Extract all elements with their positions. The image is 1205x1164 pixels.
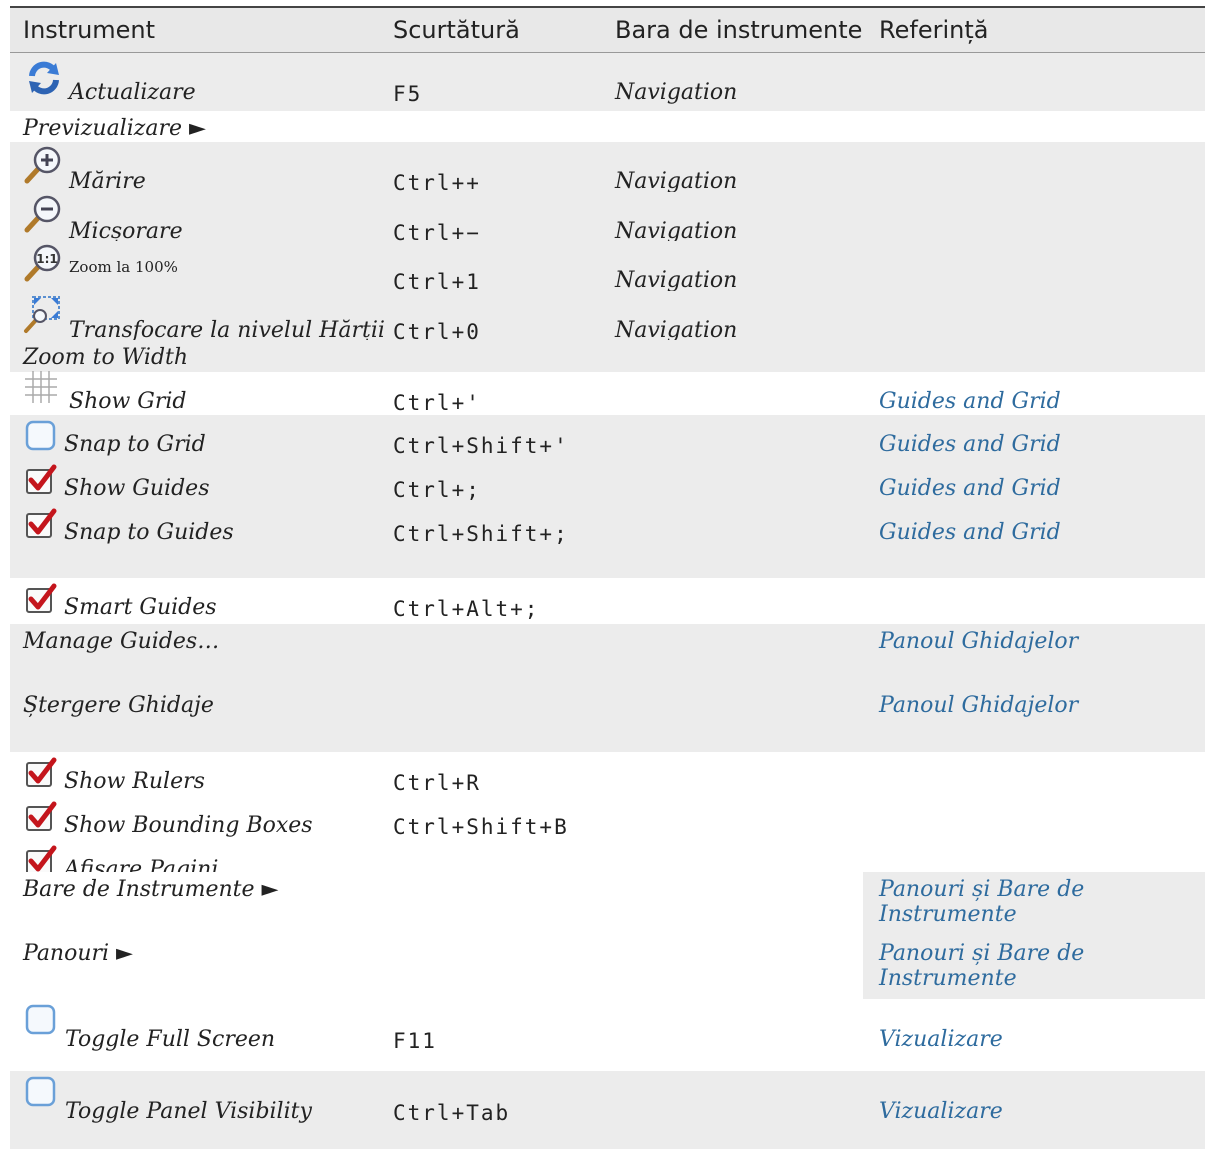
toolbar-value: Navigation bbox=[615, 268, 738, 293]
instrument-label: Zoom to Width bbox=[23, 345, 189, 370]
reference-link[interactable]: Panouri și Bare de Instrumente bbox=[879, 941, 1205, 991]
shortcut-value: Ctrl+R bbox=[393, 771, 481, 795]
shortcut-value: F5 bbox=[393, 82, 423, 106]
table-row: Smart Guides Ctrl+Alt+; bbox=[10, 578, 1205, 624]
instrument-label: Snap to Grid bbox=[64, 432, 206, 457]
table-row: Show Grid Ctrl+' Guides and Grid bbox=[10, 369, 1205, 415]
toolbar-value: Navigation bbox=[615, 80, 738, 105]
grid-icon bbox=[23, 369, 59, 409]
checkbox-checked-icon bbox=[25, 508, 57, 544]
checkbox-unchecked-icon bbox=[25, 1076, 57, 1112]
checkbox-unchecked-icon bbox=[25, 420, 57, 456]
instrument-label: Show Guides bbox=[64, 476, 210, 501]
shortcuts-table: Instrument Scurtătură Bara de instrument… bbox=[10, 6, 1205, 1149]
table-row: Snap to Guides Ctrl+Shift+; Guides and Gri… bbox=[10, 503, 1205, 578]
reference-link[interactable]: Panoul Ghidajelor bbox=[879, 629, 1078, 654]
reference-link[interactable]: Guides and Grid bbox=[879, 389, 1061, 414]
reference-link[interactable]: Guides and Grid bbox=[879, 520, 1061, 545]
table-row: 1:1 Zoom la 100% Ctrl+1 Navigation bbox=[10, 241, 1205, 294]
checkbox-checked-icon bbox=[25, 757, 57, 793]
svg-text:1:1: 1:1 bbox=[36, 252, 58, 266]
table-row: Snap to Grid Ctrl+Shift+' Guides and Grid bbox=[10, 415, 1205, 459]
reference-link[interactable]: Guides and Grid bbox=[879, 432, 1061, 457]
instrument-label: Actualizare bbox=[69, 80, 196, 105]
table-row: Mărire Ctrl++ Navigation bbox=[10, 142, 1205, 195]
instrument-label: Bare de Instrumente ► bbox=[23, 877, 279, 902]
table-row: Zoom to Width bbox=[10, 340, 1205, 372]
checkbox-unchecked-icon bbox=[25, 1004, 57, 1040]
zoom-full-icon bbox=[23, 294, 63, 338]
table-body: Actualizare F5 Navigation Previzualizare ► … bbox=[10, 53, 1205, 1149]
header-instrument: Instrument bbox=[23, 16, 156, 44]
shortcut-value: F11 bbox=[393, 1029, 437, 1053]
checkbox-checked-icon bbox=[25, 583, 57, 619]
table-row: Afișare Pagini bbox=[10, 840, 1205, 882]
table-row: Transfocare la nivelul Hărții Ctrl+0 Navig… bbox=[10, 291, 1205, 344]
checkbox-checked-icon bbox=[25, 801, 57, 837]
instrument-label: Toggle Full Screen bbox=[65, 1027, 276, 1052]
table-row: Toggle Full Screen F11 Vizualizare bbox=[10, 999, 1205, 1071]
instrument-label: Mărire bbox=[69, 169, 146, 194]
table-row: Show Rulers Ctrl+R bbox=[10, 752, 1205, 796]
toolbar-value: Navigation bbox=[615, 169, 738, 194]
shortcut-value: Ctrl+; bbox=[393, 478, 481, 502]
instrument-label: Previzualizare ► bbox=[23, 116, 206, 141]
reference-link[interactable]: Vizualizare bbox=[879, 1099, 1003, 1124]
zoom-out-icon bbox=[23, 194, 63, 238]
table-row: Manage Guides… Panoul Ghidajelor bbox=[10, 624, 1205, 688]
shortcut-value: Ctrl+Shift+B bbox=[393, 815, 569, 839]
instrument-label: Show Rulers bbox=[64, 769, 205, 794]
table-header: Instrument Scurtătură Bara de instrument… bbox=[10, 6, 1205, 53]
instrument-label: Manage Guides… bbox=[23, 629, 220, 654]
table-row: Show Bounding Boxes Ctrl+Shift+B bbox=[10, 796, 1205, 840]
instrument-label: Zoom la 100% bbox=[69, 258, 178, 276]
table-row: Micșorare Ctrl+− Navigation bbox=[10, 192, 1205, 245]
refresh-icon bbox=[26, 60, 62, 100]
instrument-label: Panouri ► bbox=[23, 941, 133, 966]
table-row: Previzualizare ► bbox=[10, 111, 1205, 142]
instrument-label: Toggle Panel Visibility bbox=[65, 1099, 312, 1124]
shortcut-value: Ctrl+Tab bbox=[393, 1101, 511, 1125]
checkbox-checked-icon bbox=[25, 464, 57, 500]
instrument-label: Show Bounding Boxes bbox=[64, 813, 313, 838]
shortcut-value: Ctrl+' bbox=[393, 391, 481, 415]
reference-link[interactable]: Guides and Grid bbox=[879, 476, 1061, 501]
shortcut-value: Ctrl+Alt+; bbox=[393, 597, 540, 621]
shortcut-value: Ctrl+Shift+; bbox=[393, 522, 569, 546]
table-row: Actualizare F5 Navigation bbox=[10, 53, 1205, 111]
header-shortcut: Scurtătură bbox=[393, 16, 520, 44]
reference-link[interactable]: Panoul Ghidajelor bbox=[879, 693, 1078, 718]
zoom-in-icon bbox=[23, 145, 63, 189]
reference-link[interactable]: Vizualizare bbox=[879, 1027, 1003, 1052]
shortcut-value: Ctrl+Shift+' bbox=[393, 434, 569, 458]
header-reference: Referință bbox=[879, 16, 989, 44]
zoom-actual-icon: 1:1 bbox=[23, 243, 63, 287]
instrument-label: Ștergere Ghidaje bbox=[23, 693, 214, 718]
table-row: Show Guides Ctrl+; Guides and Grid bbox=[10, 459, 1205, 503]
table-row: Toggle Panel Visibility Ctrl+Tab Vizualiza… bbox=[10, 1071, 1205, 1149]
table-row: Panouri ► Panouri și Bare de Instrumente bbox=[10, 936, 1205, 999]
instrument-label: Snap to Guides bbox=[64, 520, 234, 545]
instrument-label: Smart Guides bbox=[64, 595, 217, 620]
table-row: Ștergere Ghidaje Panoul Ghidajelor bbox=[10, 688, 1205, 752]
table-row: Bare de Instrumente ► Panouri și Bare de … bbox=[10, 872, 1205, 936]
instrument-label: Show Grid bbox=[69, 389, 187, 414]
header-toolbar: Bara de instrumente bbox=[615, 16, 863, 44]
reference-link[interactable]: Panouri și Bare de Instrumente bbox=[879, 877, 1205, 927]
